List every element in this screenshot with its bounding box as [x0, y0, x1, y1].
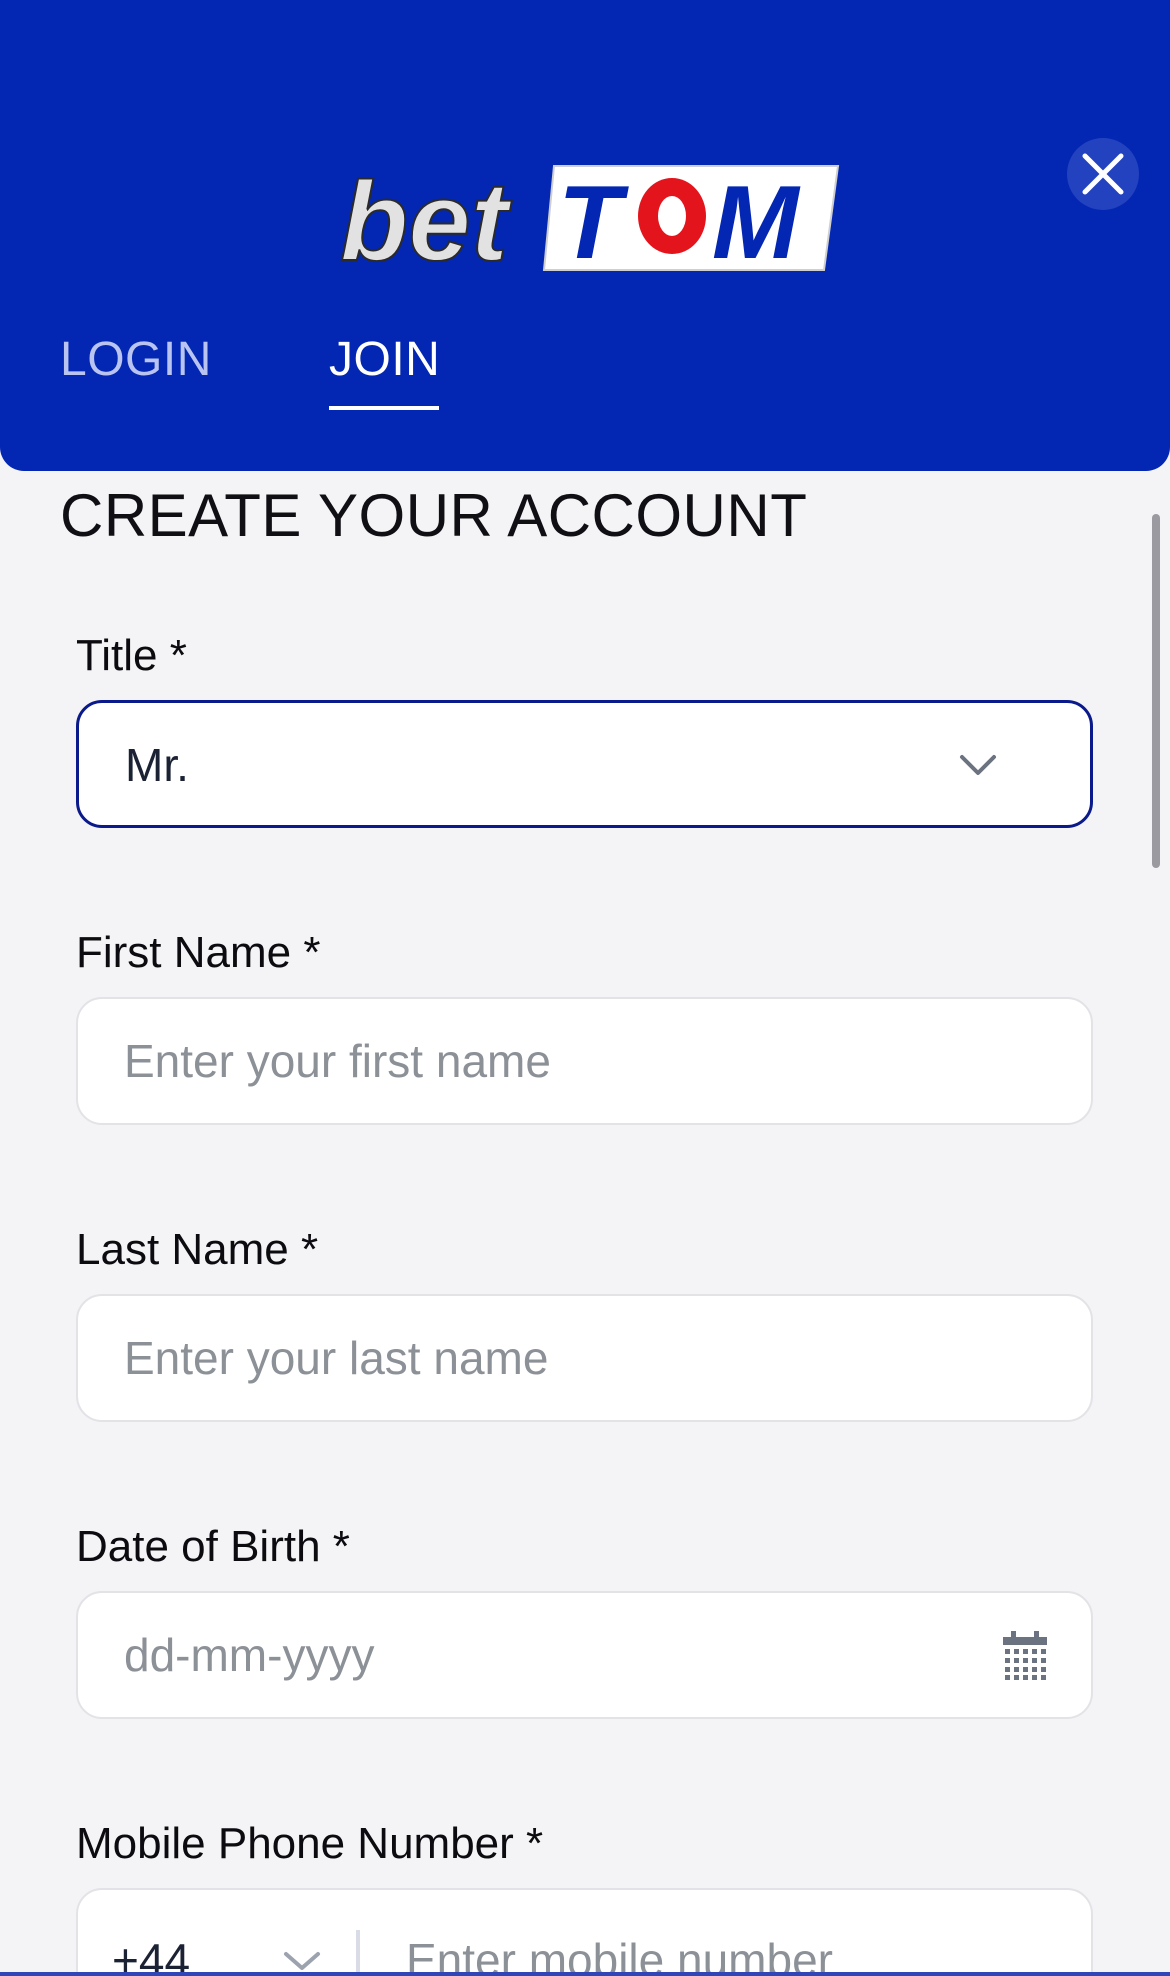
chevron-down-icon[interactable]	[282, 1948, 322, 1974]
first-name-placeholder: Enter your first name	[124, 1035, 551, 1087]
last-name-field[interactable]: Enter your last name	[76, 1294, 1093, 1422]
bettom-logo: bet T O M	[339, 162, 840, 274]
dob-field[interactable]: dd-mm-yyyy	[76, 1591, 1093, 1719]
active-tab-indicator	[329, 406, 439, 410]
tab-join[interactable]: JOIN	[329, 330, 440, 390]
mobile-number-input[interactable]: Enter mobile number	[406, 1930, 833, 1976]
country-code-select[interactable]: +44	[112, 1930, 190, 1976]
first-name-label: First Name *	[76, 928, 321, 977]
registration-page: bet T O M LOGIN JOIN CREATE YOUR ACCOUNT…	[0, 0, 1170, 1976]
header: bet T O M LOGIN JOIN	[0, 0, 1170, 471]
scrollbar[interactable]	[1152, 514, 1160, 868]
title-select-value: Mr.	[125, 739, 189, 791]
chevron-down-icon	[960, 755, 996, 775]
mobile-field: +44 Enter mobile number	[76, 1888, 1093, 1976]
title-select[interactable]: Mr.	[76, 700, 1093, 828]
dob-label: Date of Birth *	[76, 1522, 350, 1571]
title-label: Title *	[76, 631, 187, 680]
divider	[356, 1930, 360, 1976]
last-name-placeholder: Enter your last name	[124, 1332, 549, 1384]
svg-text:T: T	[558, 165, 629, 274]
mobile-label: Mobile Phone Number *	[76, 1819, 544, 1868]
close-icon	[1082, 153, 1124, 195]
svg-text:bet: bet	[340, 162, 513, 274]
bottom-edge	[0, 1972, 1170, 1976]
last-name-label: Last Name *	[76, 1225, 319, 1274]
tab-login[interactable]: LOGIN	[60, 330, 212, 390]
close-button[interactable]	[1067, 138, 1139, 210]
svg-text:M: M	[712, 165, 801, 274]
page-title: CREATE YOUR ACCOUNT	[60, 482, 808, 549]
dob-placeholder: dd-mm-yyyy	[124, 1629, 375, 1681]
calendar-icon[interactable]	[1001, 1631, 1049, 1681]
first-name-field[interactable]: Enter your first name	[76, 997, 1093, 1125]
